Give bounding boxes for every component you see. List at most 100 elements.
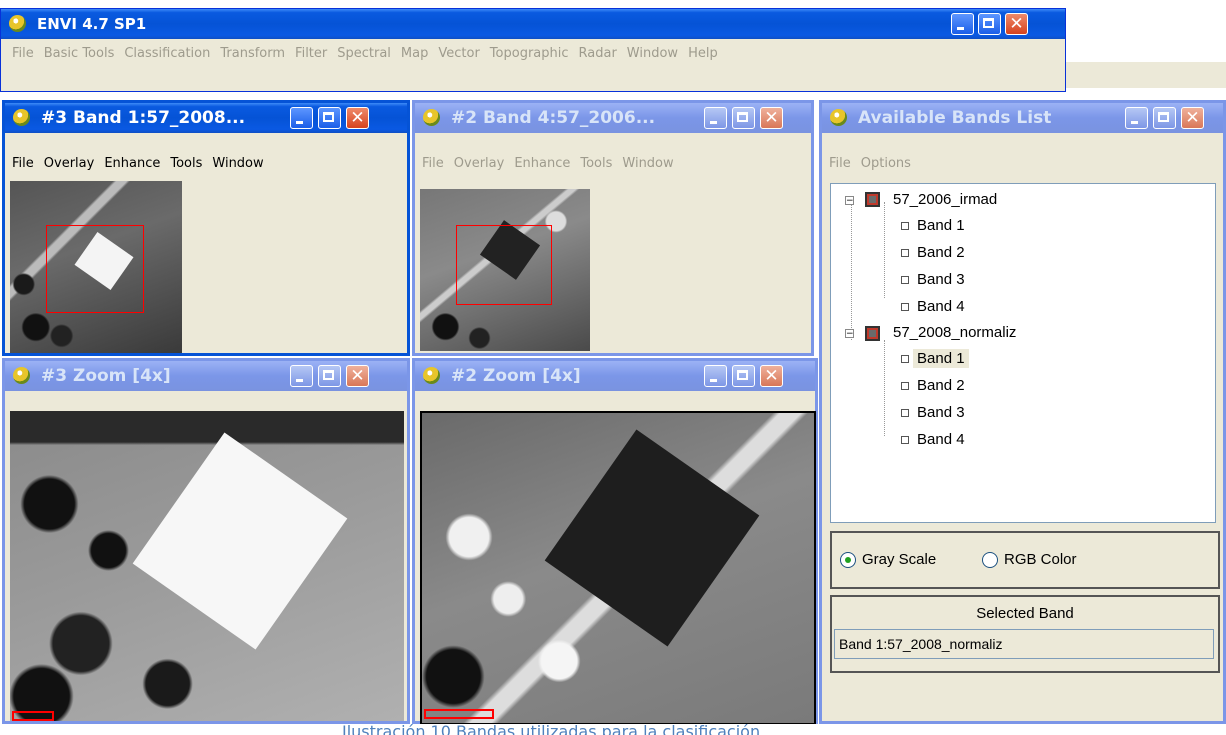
band2-title-bar[interactable]: #2 Band 4:57_2006... ✕ [415, 103, 811, 133]
gray-scale-label[interactable]: Gray Scale [862, 551, 936, 569]
rgb-color-label[interactable]: RGB Color [1004, 551, 1077, 569]
band3-minimize-button[interactable] [290, 107, 313, 129]
tree-file1-band4[interactable]: Band 4 [901, 298, 965, 316]
menu-help[interactable]: Help [683, 43, 723, 65]
band2-minimize-button[interactable] [704, 107, 727, 129]
zoom2-title: #2 Zoom [4x] [451, 366, 581, 386]
bands-menu-file[interactable]: File [824, 153, 856, 175]
menu-radar[interactable]: Radar [574, 43, 622, 65]
zoom2-roi-marker [424, 709, 494, 719]
tree-expand-toggle-file2[interactable]: − [845, 329, 854, 339]
band3-roi-box[interactable] [46, 225, 144, 313]
zoom3-close-button[interactable]: ✕ [346, 365, 369, 387]
menu-map[interactable]: Map [396, 43, 433, 65]
tree-expand-toggle-file1[interactable]: − [845, 196, 854, 206]
zoom3-minimize-button[interactable] [290, 365, 313, 387]
tree-file2-band1-label: Band 1 [913, 349, 969, 368]
tree-file2-band3-label: Band 3 [917, 404, 965, 421]
menu-window[interactable]: Window [622, 43, 683, 65]
zoom3-building [132, 432, 348, 650]
zoom2-minimize-button[interactable] [704, 365, 727, 387]
maximize-icon [323, 112, 334, 122]
envi-title-bar[interactable]: ENVI 4.7 SP1 ✕ [1, 9, 1065, 39]
zoom3-roi-marker [12, 711, 54, 721]
tree-file2-band1[interactable]: Band 1 [901, 349, 969, 368]
band3-image-window: #3 Band 1:57_2008... ✕ File Overlay Enhanc… [2, 100, 410, 356]
band3-menu-overlay[interactable]: Overlay [39, 153, 100, 175]
close-button[interactable]: ✕ [1005, 13, 1028, 35]
menu-topographic[interactable]: Topographic [485, 43, 574, 65]
tree-file2-band4[interactable]: Band 4 [901, 431, 965, 449]
band3-maximize-button[interactable] [318, 107, 341, 129]
bands-app-icon [830, 109, 847, 126]
band-checkbox-icon [901, 249, 909, 258]
menu-spectral[interactable]: Spectral [332, 43, 396, 65]
envi-app-icon [9, 15, 26, 32]
minimize-icon [296, 121, 303, 124]
close-icon: ✕ [764, 366, 779, 386]
band2-menu-window[interactable]: Window [617, 153, 678, 175]
menu-filter[interactable]: Filter [290, 43, 332, 65]
minimize-icon [710, 121, 717, 124]
tree-connector-1 [884, 202, 885, 298]
envi-main-window: ENVI 4.7 SP1 ✕ File Basic Tools Classifica… [0, 8, 1066, 92]
band2-scroll-image[interactable] [420, 189, 590, 351]
band3-menu-enhance[interactable]: Enhance [99, 153, 165, 175]
zoom3-title-bar[interactable]: #3 Zoom [4x] ✕ [5, 361, 407, 391]
band3-menu-file[interactable]: File [7, 153, 39, 175]
band-checkbox-icon [901, 409, 909, 418]
band2-roi-box[interactable] [456, 225, 552, 305]
bands-maximize-button[interactable] [1153, 107, 1176, 129]
band2-menu-file[interactable]: File [417, 153, 449, 175]
band3-menu-window[interactable]: Window [207, 153, 268, 175]
gray-scale-radio[interactable] [840, 552, 856, 568]
band-checkbox-icon [901, 303, 909, 312]
band2-menu-enhance[interactable]: Enhance [509, 153, 575, 175]
zoom3-image[interactable] [10, 411, 404, 721]
tree-file1-band1[interactable]: Band 1 [901, 217, 965, 235]
band3-title-bar[interactable]: #3 Band 1:57_2008... ✕ [5, 103, 407, 133]
selected-band-field[interactable]: Band 1:57_2008_normaliz [834, 629, 1214, 659]
zoom3-maximize-button[interactable] [318, 365, 341, 387]
band3-scroll-image[interactable] [10, 181, 182, 353]
bands-menu-options[interactable]: Options [856, 153, 916, 175]
tree-file2-band2[interactable]: Band 2 [901, 377, 965, 395]
bands-title-bar[interactable]: Available Bands List ✕ [822, 103, 1223, 133]
tree-file1-band2[interactable]: Band 2 [901, 244, 965, 262]
menu-transform[interactable]: Transform [215, 43, 290, 65]
minimize-button[interactable] [951, 13, 974, 35]
tree-file-2[interactable]: 57_2008_normaliz [893, 324, 1016, 342]
bands-close-button[interactable]: ✕ [1181, 107, 1204, 129]
tree-file1-band3[interactable]: Band 3 [901, 271, 965, 289]
caption-strip: Ilustración 10 Bandas utilizadas para la… [0, 724, 1226, 735]
rgb-color-radio[interactable] [982, 552, 998, 568]
band2-close-button[interactable]: ✕ [760, 107, 783, 129]
band2-title: #2 Band 4:57_2006... [451, 108, 656, 128]
tree-file2-band3[interactable]: Band 3 [901, 404, 965, 422]
bands-tree[interactable]: − 57_2006_irmad Band 1 Band 2 Band 3 Ban… [830, 183, 1216, 523]
minimize-icon [957, 27, 964, 30]
zoom2-maximize-button[interactable] [732, 365, 755, 387]
maximize-button[interactable] [978, 13, 1001, 35]
band2-maximize-button[interactable] [732, 107, 755, 129]
tree-file2-band2-label: Band 2 [917, 377, 965, 394]
menu-basic-tools[interactable]: Basic Tools [39, 43, 120, 65]
tree-file-1[interactable]: 57_2006_irmad [893, 191, 997, 209]
menu-file[interactable]: File [7, 43, 39, 65]
band3-close-button[interactable]: ✕ [346, 107, 369, 129]
menu-vector[interactable]: Vector [433, 43, 484, 65]
tree-file1-band2-label: Band 2 [917, 244, 965, 261]
zoom2-close-button[interactable]: ✕ [760, 365, 783, 387]
band3-menu-tools[interactable]: Tools [165, 153, 207, 175]
zoom2-app-icon [423, 367, 440, 384]
band2-menu-tools[interactable]: Tools [575, 153, 617, 175]
band2-menu-overlay[interactable]: Overlay [449, 153, 510, 175]
bands-menubar: File Options [824, 153, 1223, 175]
zoom2-title-bar[interactable]: #2 Zoom [4x] ✕ [415, 361, 815, 391]
band-checkbox-icon [901, 355, 909, 364]
bands-minimize-button[interactable] [1125, 107, 1148, 129]
zoom3-app-icon [13, 367, 30, 384]
zoom2-image[interactable] [420, 411, 816, 725]
tree-file1-band1-label: Band 1 [917, 217, 965, 234]
menu-classification[interactable]: Classification [119, 43, 215, 65]
